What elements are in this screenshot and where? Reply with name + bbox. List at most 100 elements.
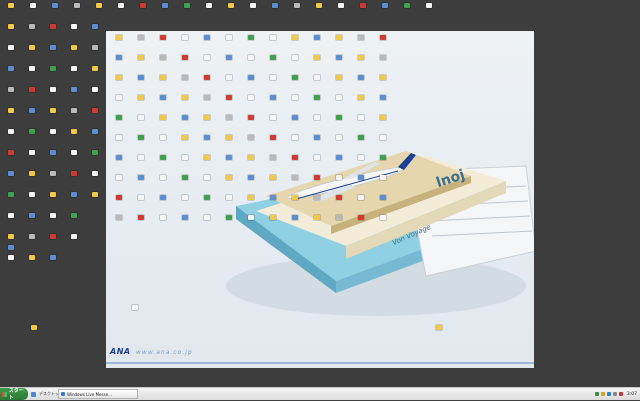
desktop-icon[interactable] xyxy=(23,323,45,341)
antivirus-icon[interactable] xyxy=(618,392,623,396)
desktop-icon[interactable] xyxy=(262,213,284,231)
desktop-icon[interactable] xyxy=(372,33,394,51)
desktop-icon[interactable] xyxy=(154,1,176,19)
desktop-icon[interactable] xyxy=(218,193,240,211)
desktop-icon[interactable] xyxy=(218,213,240,231)
desktop-icon[interactable] xyxy=(372,193,394,211)
desktop-icon[interactable] xyxy=(152,73,174,91)
desktop-icon[interactable] xyxy=(240,53,262,71)
desktop-icon[interactable] xyxy=(21,190,43,208)
desktop-icon[interactable] xyxy=(328,113,350,131)
desktop-icon[interactable] xyxy=(0,106,22,124)
desktop-icon[interactable] xyxy=(84,127,106,145)
desktop-icon[interactable] xyxy=(284,113,306,131)
desktop-icon[interactable] xyxy=(152,153,174,171)
desktop-icon[interactable] xyxy=(218,73,240,91)
desktop-icon[interactable] xyxy=(84,190,106,208)
desktop-icon[interactable] xyxy=(352,1,374,19)
desktop-icon[interactable] xyxy=(262,153,284,171)
desktop-icon[interactable] xyxy=(262,53,284,71)
desktop-icon[interactable] xyxy=(84,106,106,124)
desktop-icon[interactable] xyxy=(284,213,306,231)
desktop-icon[interactable] xyxy=(240,213,262,231)
desktop-icon[interactable] xyxy=(284,93,306,111)
desktop-icon[interactable] xyxy=(42,64,64,82)
desktop-icon[interactable] xyxy=(63,190,85,208)
desktop-icon[interactable] xyxy=(66,1,88,19)
desktop-icon[interactable] xyxy=(284,33,306,51)
volume-icon[interactable] xyxy=(612,392,617,396)
desktop-icon[interactable] xyxy=(306,213,328,231)
desktop-icon[interactable] xyxy=(350,193,372,211)
desktop-icon[interactable] xyxy=(262,93,284,111)
desktop-icon[interactable] xyxy=(306,153,328,171)
desktop-icon[interactable] xyxy=(372,73,394,91)
desktop-icon[interactable] xyxy=(63,64,85,82)
desktop-icon[interactable] xyxy=(152,93,174,111)
desktop-icon[interactable] xyxy=(284,153,306,171)
desktop-icon[interactable] xyxy=(240,73,262,91)
desktop-icon[interactable] xyxy=(63,127,85,145)
desktop-icon[interactable] xyxy=(262,133,284,151)
desktop-icon[interactable] xyxy=(396,1,418,19)
desktop-icon[interactable] xyxy=(84,22,106,40)
desktop-icon[interactable] xyxy=(328,153,350,171)
desktop-icon[interactable] xyxy=(374,1,396,19)
desktop-icon[interactable] xyxy=(108,153,130,171)
desktop-icon[interactable] xyxy=(63,148,85,166)
desktop-icon[interactable] xyxy=(63,211,85,229)
desktop-icon[interactable] xyxy=(22,1,44,19)
desktop-icon[interactable] xyxy=(174,213,196,231)
desktop-icon[interactable] xyxy=(350,133,372,151)
desktop-icon[interactable] xyxy=(130,73,152,91)
desktop-icon[interactable] xyxy=(196,213,218,231)
desktop-icon[interactable] xyxy=(130,33,152,51)
desktop-icon[interactable] xyxy=(42,127,64,145)
desktop-icon[interactable] xyxy=(218,53,240,71)
desktop-icon[interactable] xyxy=(21,85,43,103)
desktop-icon[interactable] xyxy=(42,232,64,250)
desktop-icon[interactable] xyxy=(218,173,240,191)
desktop-icon[interactable] xyxy=(262,193,284,211)
security-icon[interactable] xyxy=(600,392,605,396)
desktop-icon[interactable] xyxy=(240,153,262,171)
desktop-icon[interactable] xyxy=(240,173,262,191)
desktop-icon[interactable] xyxy=(174,93,196,111)
desktop-icon[interactable] xyxy=(63,43,85,61)
desktop-icon[interactable] xyxy=(218,113,240,131)
desktop-icon[interactable] xyxy=(21,169,43,187)
desktop-icon[interactable] xyxy=(63,85,85,103)
desktop-icon[interactable] xyxy=(152,53,174,71)
desktop-icon[interactable] xyxy=(63,22,85,40)
desktop-icon[interactable] xyxy=(130,173,152,191)
desktop-icon[interactable] xyxy=(350,73,372,91)
desktop-icon[interactable] xyxy=(240,113,262,131)
desktop-icon[interactable] xyxy=(196,53,218,71)
desktop-icon[interactable] xyxy=(218,33,240,51)
desktop-icon[interactable] xyxy=(174,113,196,131)
desktop-icon[interactable] xyxy=(0,127,22,145)
desktop-icon[interactable] xyxy=(372,173,394,191)
desktop-icon[interactable] xyxy=(350,173,372,191)
desktop-icon[interactable] xyxy=(174,133,196,151)
desktop[interactable]: Von Voyage lnoj ANA www.ana.co.jp xyxy=(0,0,640,388)
desktop-icon[interactable] xyxy=(328,193,350,211)
desktop-icon[interactable] xyxy=(21,106,43,124)
desktop-icon[interactable] xyxy=(284,53,306,71)
desktop-icon[interactable] xyxy=(152,193,174,211)
desktop-icon[interactable] xyxy=(130,213,152,231)
desktop-icon[interactable] xyxy=(63,232,85,250)
desktop-icon[interactable] xyxy=(42,106,64,124)
desktop-icon[interactable] xyxy=(152,133,174,151)
desktop-icon[interactable] xyxy=(21,43,43,61)
desktop-icon[interactable] xyxy=(21,64,43,82)
desktop-icon[interactable] xyxy=(44,1,66,19)
desktop-icon[interactable] xyxy=(21,253,43,271)
desktop-icon[interactable] xyxy=(42,148,64,166)
desktop-icon[interactable] xyxy=(372,153,394,171)
desktop-icon[interactable] xyxy=(240,133,262,151)
desktop-icon[interactable] xyxy=(21,148,43,166)
desktop-icon[interactable] xyxy=(108,133,130,151)
desktop-icon[interactable] xyxy=(372,93,394,111)
desktop-icon[interactable] xyxy=(372,213,394,231)
